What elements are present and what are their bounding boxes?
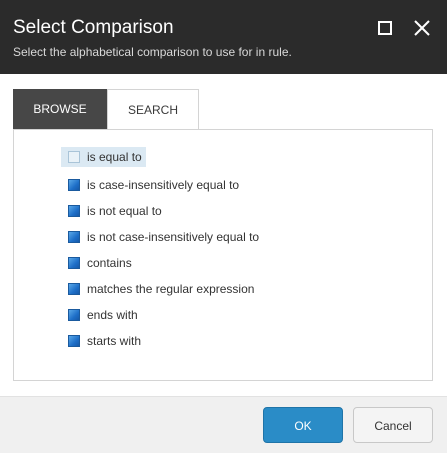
list-item-label: is not case-insensitively equal to: [87, 230, 260, 244]
blue-item-icon: [68, 309, 80, 321]
blue-item-icon: [68, 231, 80, 243]
blue-item-icon: [68, 335, 80, 347]
list-item-label: ends with: [87, 308, 138, 322]
maximize-icon[interactable]: [378, 21, 392, 35]
blue-item-icon: [68, 179, 80, 191]
list-item-starts-with[interactable]: starts with: [61, 331, 141, 351]
list-item-label: is case-insensitively equal to: [87, 178, 240, 192]
ok-button[interactable]: OK: [263, 407, 343, 443]
close-icon[interactable]: [413, 19, 431, 37]
blue-item-icon: [68, 205, 80, 217]
list-item-is-equal-to[interactable]: is equal to: [61, 147, 146, 167]
dialog-footer: OK Cancel: [0, 396, 447, 453]
list-item-ends-with[interactable]: ends with: [61, 305, 138, 325]
list-item-label: matches the regular expression: [87, 282, 255, 296]
list-item-label: starts with: [87, 334, 142, 348]
dialog-subtitle: Select the alphabetical comparison to us…: [13, 45, 292, 59]
list-item-contains[interactable]: contains: [61, 253, 132, 273]
tab-search[interactable]: SEARCH: [107, 89, 199, 129]
list-item-label: is not equal to: [87, 204, 162, 218]
list-item-not-equal[interactable]: is not equal to: [61, 201, 162, 221]
list-item-label: is equal to: [87, 150, 142, 164]
empty-item-icon: [68, 151, 80, 163]
list-item-case-insensitive-equal[interactable]: is case-insensitively equal to: [61, 175, 239, 195]
dialog-header: Select Comparison Select the alphabetica…: [0, 0, 447, 74]
tab-browse[interactable]: BROWSE: [13, 89, 107, 129]
list-item-not-case-insensitive-equal[interactable]: is not case-insensitively equal to: [61, 227, 259, 247]
list-item-matches-regex[interactable]: matches the regular expression: [61, 279, 254, 299]
dialog-title: Select Comparison: [13, 17, 174, 38]
cancel-button[interactable]: Cancel: [353, 407, 433, 443]
blue-item-icon: [68, 257, 80, 269]
list-item-label: contains: [87, 256, 132, 270]
comparison-list-panel: is equal to is case-insensitively equal …: [13, 129, 433, 381]
blue-item-icon: [68, 283, 80, 295]
